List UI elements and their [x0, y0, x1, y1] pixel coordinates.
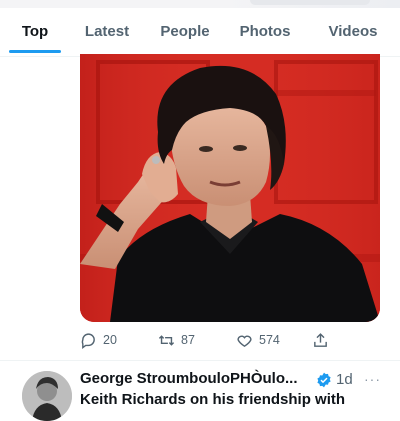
retweet-count: 87 — [181, 333, 195, 347]
author-name[interactable]: George StroumbouloPHÒulo... — [80, 370, 298, 387]
heart-icon — [237, 335, 252, 347]
like-button[interactable]: 574 — [236, 327, 280, 353]
status-strip — [0, 0, 400, 8]
tab-photos[interactable]: Photos — [232, 8, 298, 56]
verified-badge-icon — [317, 372, 331, 388]
author-line: George StroumbouloPHÒulo... 1d ··· — [80, 370, 400, 390]
reply-icon — [81, 332, 95, 349]
tweet-time[interactable]: 1d — [336, 371, 353, 388]
like-count: 574 — [259, 333, 280, 347]
active-tab-indicator — [9, 50, 61, 53]
search-tabs: Top Latest People Photos Videos — [0, 8, 400, 56]
tweet-photo[interactable] — [80, 54, 380, 322]
tweet-actions: 20 87 574 — [80, 327, 380, 353]
photo-portrait — [80, 54, 380, 322]
avatar-photo — [22, 371, 72, 421]
tweet-divider — [0, 360, 400, 361]
more-options-icon[interactable]: ··· — [364, 371, 381, 387]
tab-people[interactable]: People — [152, 8, 218, 56]
tab-videos[interactable]: Videos — [320, 8, 386, 56]
status-pill — [250, 0, 370, 5]
avatar[interactable] — [22, 371, 72, 421]
retweet-button[interactable]: 87 — [158, 327, 195, 353]
share-icon — [314, 332, 327, 347]
tab-latest[interactable]: Latest — [76, 8, 138, 56]
share-button[interactable] — [312, 327, 335, 353]
reply-button[interactable]: 20 — [80, 327, 117, 353]
tab-top[interactable]: Top — [9, 8, 61, 56]
retweet-icon — [158, 334, 175, 346]
reply-count: 20 — [103, 333, 117, 347]
